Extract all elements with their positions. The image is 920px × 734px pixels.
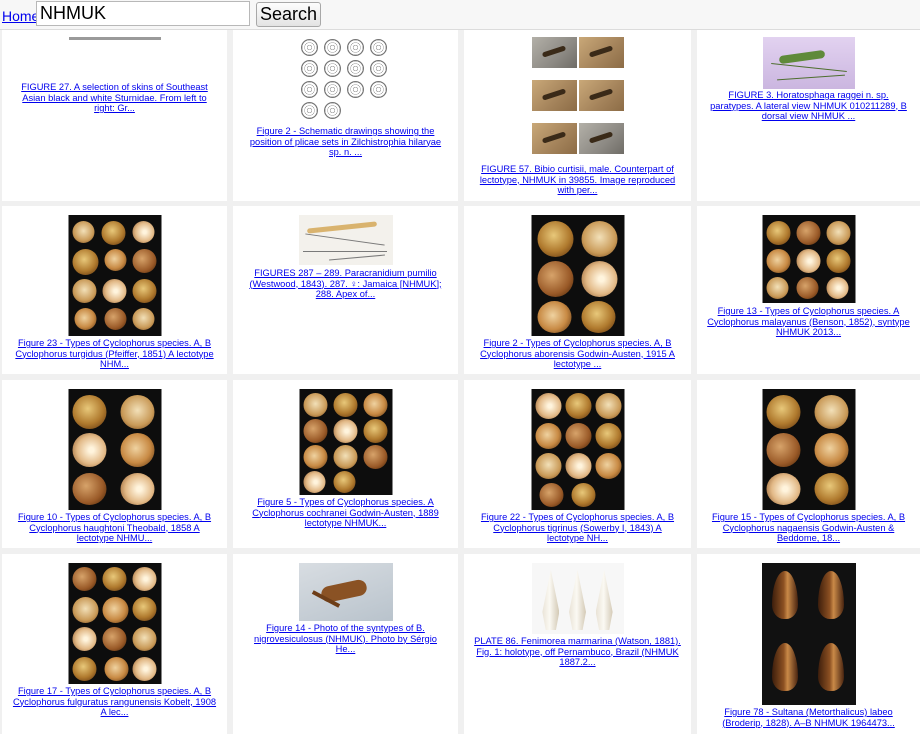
thumbnail	[299, 37, 393, 127]
result-caption[interactable]: Figure 10 - Types of Cyclophorus species…	[2, 512, 227, 544]
thumbnail	[761, 563, 856, 705]
result-caption[interactable]: FIGURES 287 – 289. Paracranidium pumilio…	[233, 268, 458, 300]
search-button[interactable]: Search	[256, 2, 321, 27]
thumbnail	[531, 215, 624, 336]
result-caption[interactable]: Figure 14 - Photo of the syntypes of B. …	[233, 623, 458, 655]
thumbnail	[762, 37, 855, 89]
result-card[interactable]: Figure 17 - Types of Cyclophorus species…	[2, 554, 227, 734]
thumbnail	[68, 563, 161, 684]
thumbnail	[531, 37, 624, 162]
thumbnail	[299, 389, 392, 495]
result-caption[interactable]: Figure 13 - Types of Cyclophorus species…	[697, 306, 920, 338]
result-caption[interactable]: Figure 78 - Sultana (Metorthalicus) labe…	[697, 707, 920, 728]
thumbnail	[68, 215, 161, 336]
result-caption[interactable]: Figure 23 - Types of Cyclophorus species…	[2, 338, 227, 370]
result-card[interactable]: Figure 10 - Types of Cyclophorus species…	[2, 380, 227, 548]
result-card[interactable]: Figure 14 - Photo of the syntypes of B. …	[233, 554, 458, 734]
thumbnail	[68, 37, 161, 40]
result-card[interactable]: Figure 78 - Sultana (Metorthalicus) labe…	[697, 554, 920, 734]
result-card[interactable]: FIGURE 3. Horatosphaga raggei n. sp. par…	[697, 30, 920, 201]
thumbnail	[68, 389, 161, 510]
home-link[interactable]: Home	[2, 8, 39, 24]
result-card[interactable]: FIGURES 287 – 289. Paracranidium pumilio…	[233, 206, 458, 374]
search-input[interactable]	[36, 1, 250, 26]
result-caption[interactable]: PLATE 86. Fenimorea marmarina (Watson, 1…	[464, 636, 691, 668]
thumbnail	[298, 563, 393, 621]
thumbnail	[298, 215, 393, 265]
result-card[interactable]: Figure 22 - Types of Cyclophorus species…	[464, 380, 691, 548]
search-bar: Home Search	[0, 0, 920, 30]
result-card[interactable]: Figure 2 - Types of Cyclophorus species.…	[464, 206, 691, 374]
result-card[interactable]: Figure 15 - Types of Cyclophorus species…	[697, 380, 920, 548]
result-caption[interactable]: FIGURE 3. Horatosphaga raggei n. sp. par…	[697, 90, 920, 122]
result-caption[interactable]: Figure 5 - Types of Cyclophorus species.…	[233, 497, 458, 529]
result-card[interactable]: FIGURE 27. A selection of skins of South…	[2, 30, 227, 201]
results-grid: FIGURE 27. A selection of skins of South…	[0, 30, 920, 734]
result-card[interactable]: Figure 2 - Schematic drawings showing th…	[233, 30, 458, 201]
result-caption[interactable]: Figure 2 - Schematic drawings showing th…	[233, 126, 458, 158]
result-caption[interactable]: FIGURE 57. Bibio curtisii, male. Counter…	[464, 164, 691, 196]
result-card[interactable]: Figure 13 - Types of Cyclophorus species…	[697, 206, 920, 374]
result-card[interactable]: PLATE 86. Fenimorea marmarina (Watson, 1…	[464, 554, 691, 734]
result-card[interactable]: Figure 5 - Types of Cyclophorus species.…	[233, 380, 458, 548]
result-caption[interactable]: Figure 22 - Types of Cyclophorus species…	[464, 512, 691, 544]
result-caption[interactable]: Figure 15 - Types of Cyclophorus species…	[697, 512, 920, 544]
result-card[interactable]: FIGURE 57. Bibio curtisii, male. Counter…	[464, 30, 691, 201]
result-caption[interactable]: FIGURE 27. A selection of skins of South…	[2, 82, 227, 114]
thumbnail	[762, 215, 855, 303]
result-caption[interactable]: Figure 17 - Types of Cyclophorus species…	[2, 686, 227, 718]
result-card[interactable]: Figure 23 - Types of Cyclophorus species…	[2, 206, 227, 374]
thumbnail	[531, 389, 624, 510]
thumbnail	[531, 563, 624, 634]
result-caption[interactable]: Figure 2 - Types of Cyclophorus species.…	[464, 338, 691, 370]
thumbnail	[762, 389, 855, 510]
